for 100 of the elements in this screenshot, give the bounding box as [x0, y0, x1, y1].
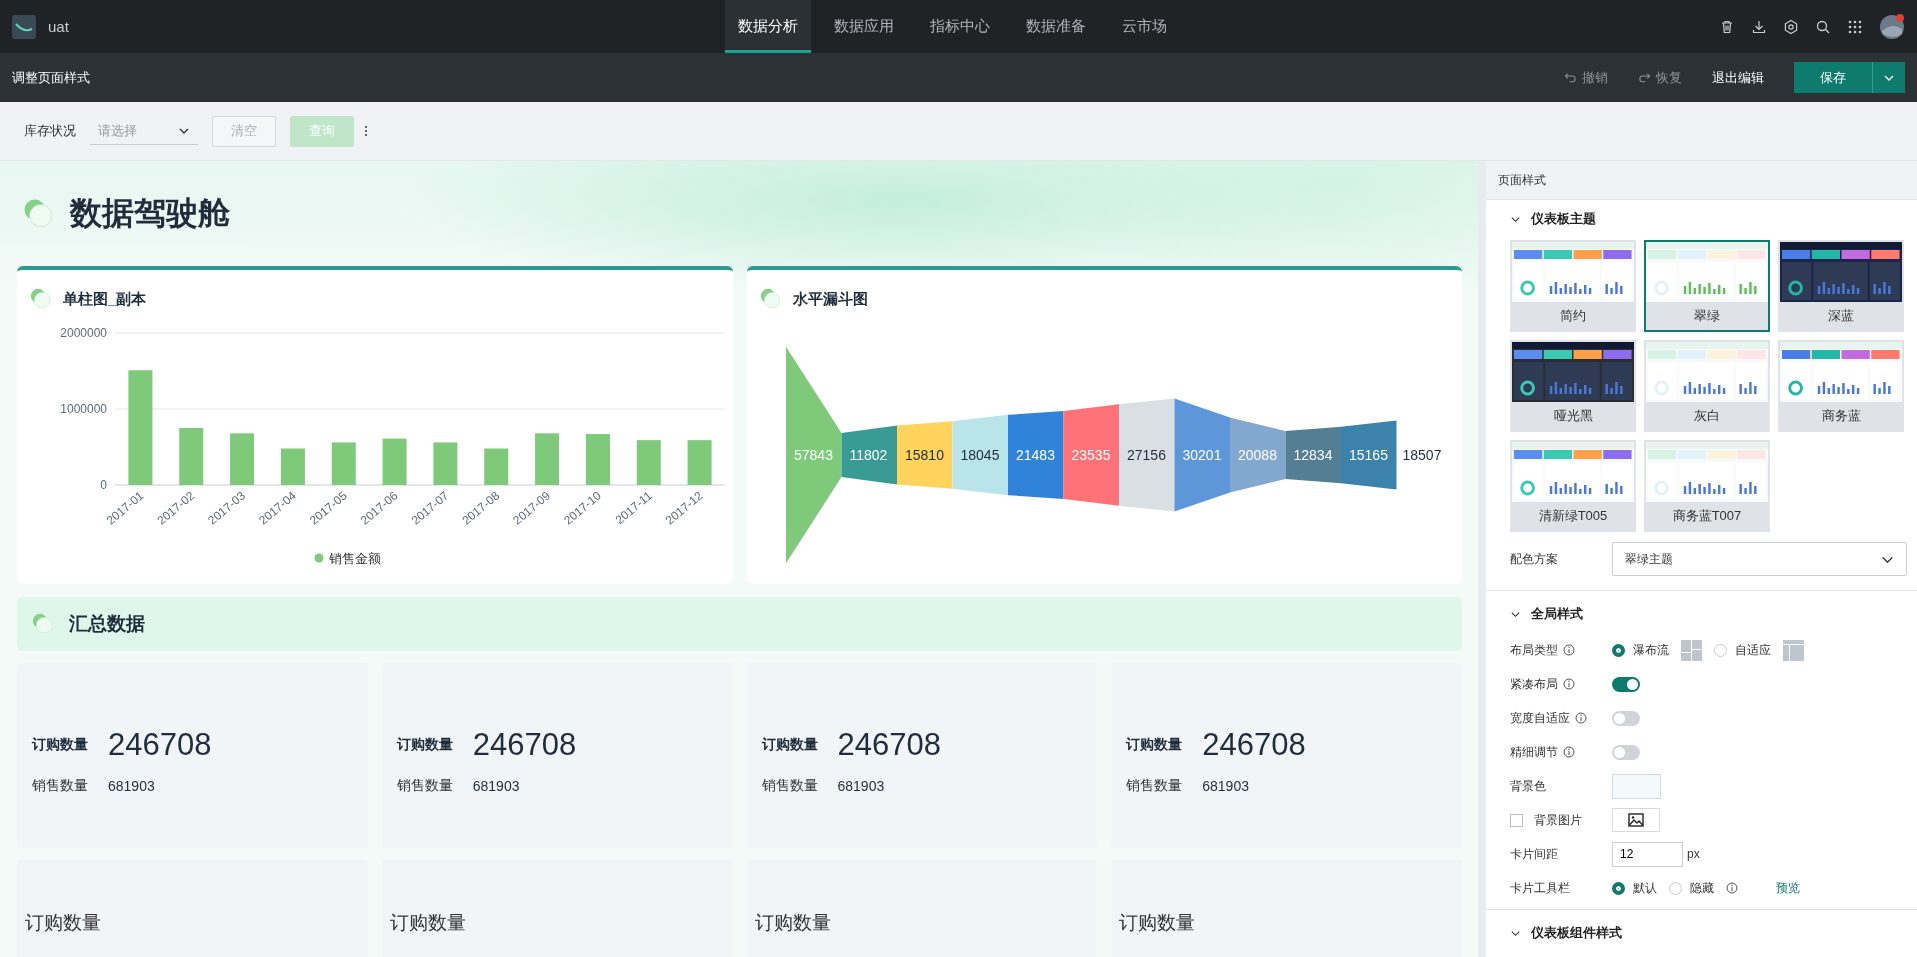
info-icon[interactable]: [1563, 746, 1575, 758]
info-icon[interactable]: [1726, 882, 1738, 894]
kpi-label: 订购数量: [396, 735, 453, 754]
theme-option[interactable]: 灰白: [1644, 340, 1770, 432]
undo-icon: [1564, 71, 1577, 84]
kpi-value: 246708: [108, 726, 212, 763]
bar: [535, 433, 560, 485]
funnel-value: 11802: [849, 447, 887, 463]
theme-label: 翠绿: [1693, 307, 1721, 325]
section-toggle[interactable]: 全局样式: [1510, 595, 1907, 633]
axis-label: 0: [100, 478, 107, 492]
radio-option[interactable]: 瀑布流: [1612, 641, 1669, 659]
toggle-switch[interactable]: [1612, 676, 1640, 692]
color-swatch[interactable]: [1612, 773, 1661, 799]
redo-icon: [1638, 71, 1651, 84]
info-icon[interactable]: [1563, 644, 1575, 656]
kpi-label: 订购数量: [389, 912, 466, 933]
field-label: 卡片间距: [1510, 845, 1559, 863]
dashboard-title: 数据驾驶舱: [70, 193, 230, 233]
image-upload-button[interactable]: [1612, 808, 1660, 832]
trash-icon[interactable]: [1719, 18, 1735, 35]
kpi-value: 681903: [1202, 777, 1249, 794]
radio-option[interactable]: 隐藏: [1669, 879, 1714, 897]
kpi-label: 订购数量: [32, 735, 88, 754]
card-gap-input[interactable]: 12: [1612, 841, 1683, 867]
theme-option[interactable]: 深蓝: [1778, 240, 1904, 332]
bar: [179, 428, 204, 485]
kpi-value: 246708: [1202, 726, 1306, 763]
nav-tab[interactable]: 数据分析: [725, 0, 811, 53]
preview-link[interactable]: 预览: [1776, 879, 1800, 897]
field-label: 背景色: [1510, 777, 1547, 795]
search-icon[interactable]: [1815, 18, 1831, 35]
funnel-value: 18507: [1402, 447, 1441, 463]
theme-option[interactable]: 清新绿T005: [1510, 440, 1636, 532]
page-title: 调整页面样式: [12, 68, 90, 87]
theme-label: 哑光黑: [1552, 407, 1594, 425]
theme-option[interactable]: 商务蓝T007: [1644, 440, 1770, 532]
title-bubbles-icon: [31, 612, 55, 636]
funnel-value: 57843: [793, 447, 833, 463]
legend-label: 销售金额: [329, 551, 381, 566]
scheme-select[interactable]: 翠绿主题: [1612, 542, 1907, 576]
nav-tab[interactable]: 数据准备: [1013, 0, 1099, 53]
funnel-value: 23535: [1071, 447, 1110, 463]
settings-icon[interactable]: [1783, 18, 1799, 35]
funnel-value: 15810: [904, 447, 944, 463]
radio-option[interactable]: 默认: [1612, 879, 1657, 897]
nav-tab[interactable]: 指标中心: [917, 0, 1003, 53]
kpi-label: 销售数量: [1126, 776, 1183, 795]
nav-tab[interactable]: 数据应用: [821, 0, 907, 53]
download-icon[interactable]: [1751, 18, 1767, 35]
save-options-button[interactable]: [1872, 62, 1905, 93]
radio-option[interactable]: 自适应: [1714, 641, 1771, 659]
toggle-switch[interactable]: [1612, 744, 1640, 760]
section-toggle[interactable]: 仪表板组件样式: [1510, 914, 1907, 952]
filter-label: 库存状况: [24, 122, 76, 140]
funnel-value: 15165: [1348, 447, 1388, 463]
section-toggle[interactable]: 仪表板主题: [1510, 200, 1907, 238]
apps-grid-icon[interactable]: [1847, 18, 1863, 35]
checkbox[interactable]: [1510, 813, 1523, 827]
exit-edit-button[interactable]: 退出编辑: [1708, 64, 1768, 91]
nav-tab[interactable]: 云市场: [1109, 0, 1180, 53]
bar: [280, 448, 305, 485]
bar: [230, 433, 255, 485]
funnel-value: 27156: [1126, 447, 1166, 463]
toggle-switch[interactable]: [1612, 710, 1640, 726]
field-label: 背景图片: [1534, 811, 1582, 829]
field-label: 卡片工具栏: [1510, 879, 1571, 897]
theme-option[interactable]: 哑光黑: [1510, 340, 1636, 432]
unit-label: px: [1687, 847, 1700, 861]
kpi-label: 销售数量: [761, 776, 818, 795]
field-label: 配色方案: [1510, 550, 1559, 568]
kpi-label: 订购数量: [1119, 912, 1196, 933]
kpi-value: 246708: [837, 726, 941, 763]
logo-icon: [12, 14, 36, 39]
field-label: 宽度自适应: [1510, 709, 1570, 727]
title-bubbles-icon: [758, 287, 783, 311]
kpi-label: 销售数量: [396, 776, 453, 795]
more-icon[interactable]: [364, 125, 368, 137]
theme-option[interactable]: 翠绿: [1644, 240, 1770, 332]
kpi-label: 订购数量: [754, 912, 831, 933]
columns-layout-icon: [1783, 639, 1804, 661]
avatar-icon[interactable]: [1879, 13, 1905, 40]
field-label: 精细调节: [1510, 743, 1558, 761]
app-name: uat: [48, 18, 69, 35]
bar: [331, 442, 356, 485]
theme-label: 商务蓝T007: [1671, 507, 1743, 525]
card-title: 单柱图_副本: [63, 289, 147, 309]
kpi-label: 销售数量: [32, 776, 88, 795]
theme-option[interactable]: 简约: [1510, 240, 1636, 332]
bar: [484, 448, 509, 485]
info-icon[interactable]: [1563, 678, 1575, 690]
theme-label: 简约: [1559, 307, 1587, 325]
kpi-label: 订购数量: [761, 735, 818, 754]
axis-label: 2000000: [60, 326, 107, 340]
grid-layout-icon: [1681, 639, 1702, 661]
theme-label: 深蓝: [1827, 307, 1855, 325]
theme-option[interactable]: 商务蓝: [1778, 340, 1904, 432]
info-icon[interactable]: [1575, 712, 1587, 724]
save-button[interactable]: 保存: [1794, 62, 1872, 93]
funnel-value: 21483: [1015, 447, 1055, 463]
